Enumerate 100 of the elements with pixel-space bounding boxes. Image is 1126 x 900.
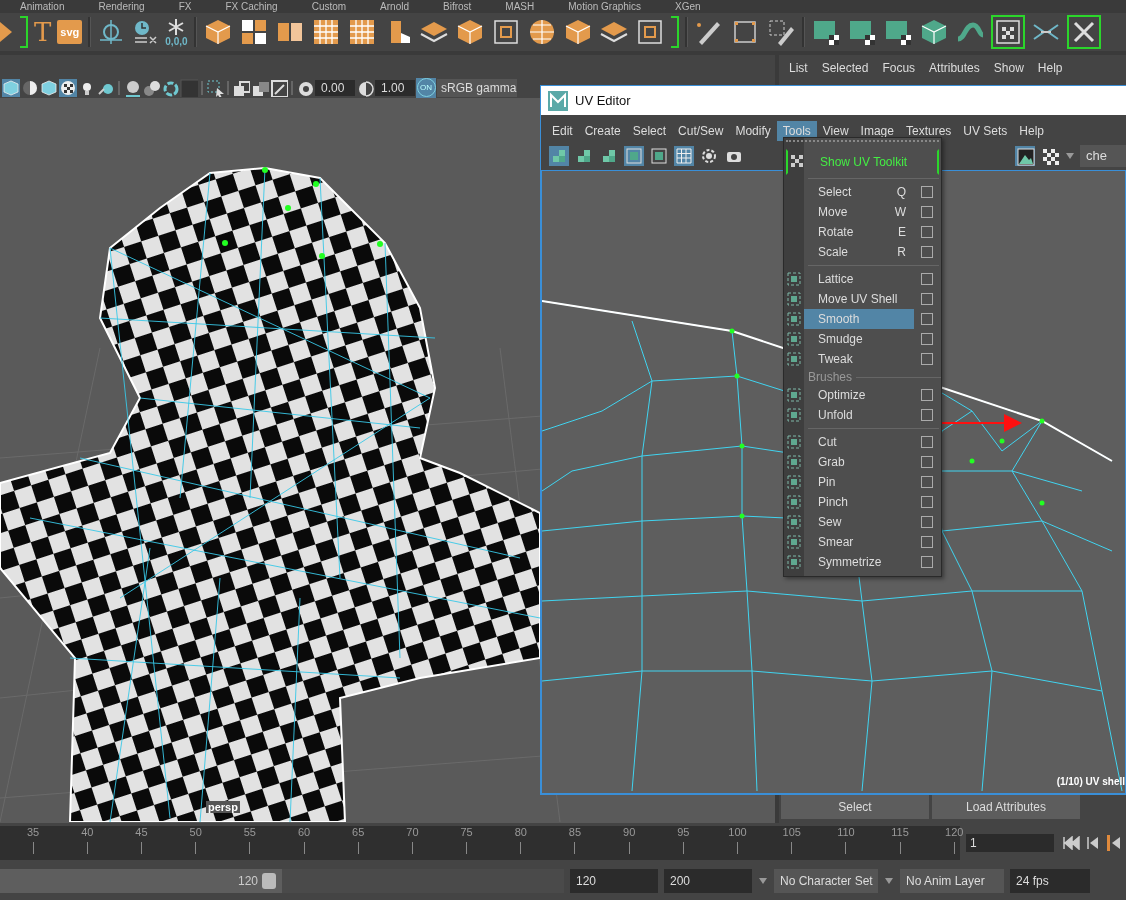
select-icon[interactable] [206, 78, 224, 97]
uv-toolkit-item[interactable]: Show UV Toolkit [786, 149, 939, 175]
shelf-tab[interactable]: FX Caching [225, 0, 278, 13]
exposure-field[interactable]: 0.00 [315, 79, 355, 96]
fps-dropdown[interactable]: 24 fps [1010, 868, 1090, 893]
option-checkbox[interactable] [921, 556, 933, 568]
current-frame-field[interactable]: 1 [966, 834, 1054, 852]
menu-item[interactable]: Cut/Sew [672, 121, 730, 141]
menu-item[interactable]: Move UV Shell [804, 289, 914, 309]
option-checkbox[interactable] [921, 206, 933, 218]
cross-icon[interactable] [1066, 15, 1101, 49]
shelf-tab[interactable]: Animation [20, 0, 65, 13]
view-transform-toggle[interactable]: ON [416, 77, 436, 98]
sphere-icon[interactable] [123, 78, 141, 97]
menu-item[interactable]: Select Q [804, 182, 914, 202]
menu-item[interactable]: Grab [804, 452, 914, 472]
contrast-icon[interactable] [356, 78, 374, 97]
frame-number: 65 [352, 826, 365, 840]
option-checkbox[interactable] [921, 476, 933, 488]
option-checkbox[interactable] [921, 293, 933, 305]
menu-item[interactable]: Smear [804, 532, 914, 552]
end-frame-field[interactable]: 200 [664, 868, 752, 893]
menu-item[interactable]: Tweak [804, 349, 914, 369]
menu-item[interactable]: Selected [821, 60, 869, 75]
menu-item[interactable]: Modify [729, 121, 777, 141]
option-checkbox[interactable] [921, 273, 933, 285]
option-checkbox[interactable] [921, 536, 933, 548]
option-checkbox[interactable] [921, 389, 933, 401]
picture-icon[interactable] [270, 78, 288, 97]
menu-item[interactable]: Attributes [929, 60, 980, 75]
menu-item[interactable]: Image [854, 121, 900, 141]
character-set-dropdown[interactable]: No Character Set [774, 868, 878, 893]
shelf-tab[interactable]: Motion Graphics [568, 0, 642, 13]
option-checkbox[interactable] [921, 313, 933, 325]
frame-icon[interactable] [649, 146, 669, 166]
skip-to-start-icon[interactable] [1062, 836, 1080, 850]
option-checkbox[interactable] [921, 456, 933, 468]
gamma-field[interactable]: 1.00 [375, 79, 415, 96]
circle-icon[interactable] [699, 146, 719, 166]
menu-item[interactable]: Pin [804, 472, 914, 492]
menu-item[interactable]: Create [578, 121, 627, 141]
menu-item[interactable]: Select [626, 121, 673, 141]
image-icon[interactable] [1015, 146, 1035, 166]
range-slider[interactable]: 120 [0, 868, 564, 893]
caret-icon[interactable] [1065, 152, 1075, 160]
menu-item[interactable]: Scale R [804, 242, 914, 262]
option-checkbox[interactable] [921, 516, 933, 528]
step-back-icon[interactable] [1086, 836, 1100, 850]
cube-icon[interactable] [2, 78, 20, 97]
option-checkbox[interactable] [921, 246, 933, 258]
menu-item[interactable]: Symmetrize [804, 552, 914, 572]
option-checkbox[interactable] [921, 409, 933, 421]
spheres-icon[interactable] [142, 78, 160, 97]
menu-item[interactable]: Show [993, 60, 1024, 75]
shelf-tab[interactable]: MASH [505, 0, 535, 13]
shelf-tab[interactable]: XGen [675, 0, 701, 13]
overlap-icon[interactable] [232, 78, 250, 97]
checker-icon[interactable] [1040, 146, 1060, 166]
shelf-tab[interactable]: Rendering [98, 0, 145, 13]
anim-layer-dropdown[interactable]: No Anim Layer [900, 868, 1004, 893]
caret-icon[interactable] [884, 876, 894, 885]
option-checkbox[interactable] [921, 496, 933, 508]
text-tool-icon[interactable]: T [34, 17, 52, 47]
menu-item[interactable]: Focus [882, 60, 916, 75]
menu-item[interactable]: Edit [546, 121, 579, 141]
checker-icon[interactable] [59, 78, 77, 97]
menu-item[interactable]: List [789, 60, 808, 75]
menu-item[interactable]: Sew [804, 512, 914, 532]
menu-item[interactable]: Help [1013, 121, 1050, 141]
menu-item[interactable]: Textures [899, 121, 958, 141]
shading-icon[interactable] [21, 78, 39, 97]
caret-icon[interactable] [758, 876, 768, 885]
shelf-tab[interactable]: FX [178, 0, 192, 13]
menu-item[interactable]: UV Sets [957, 121, 1014, 141]
menu-item[interactable]: Cut [804, 432, 914, 452]
option-checkbox[interactable] [921, 436, 933, 448]
play-back-icon[interactable] [1106, 835, 1120, 851]
menu-item[interactable]: Rotate E [804, 222, 914, 242]
shelf-tab[interactable]: Arnold [380, 0, 409, 13]
menu-item[interactable]: Move W [804, 202, 914, 222]
cube-icon[interactable] [40, 78, 58, 97]
menu-item[interactable]: Unfold [804, 405, 914, 425]
texture-field[interactable]: che [1080, 145, 1126, 167]
menu-item[interactable]: Optimize [804, 385, 914, 405]
start-frame-field[interactable]: 120 [570, 868, 658, 893]
option-checkbox[interactable] [921, 226, 933, 238]
shelf-tab[interactable]: Custom [311, 0, 347, 13]
checker-window-icon[interactable] [990, 15, 1025, 49]
menu-item[interactable]: Lattice [804, 269, 914, 289]
menu-item[interactable]: View [816, 121, 855, 141]
panel-button[interactable]: Load Attributes [932, 795, 1080, 819]
shelf-tab[interactable]: Bifrost [443, 0, 472, 13]
menu-item[interactable]: Smudge [804, 329, 914, 349]
option-checkbox[interactable] [921, 186, 933, 198]
option-checkbox[interactable] [921, 333, 933, 345]
panel-button[interactable]: Select [781, 795, 929, 819]
menu-item[interactable]: Pinch [804, 492, 914, 512]
color-space-field[interactable]: sRGB gamma [437, 78, 517, 97]
option-checkbox[interactable] [921, 353, 933, 365]
menu-item[interactable]: Help [1037, 60, 1063, 75]
